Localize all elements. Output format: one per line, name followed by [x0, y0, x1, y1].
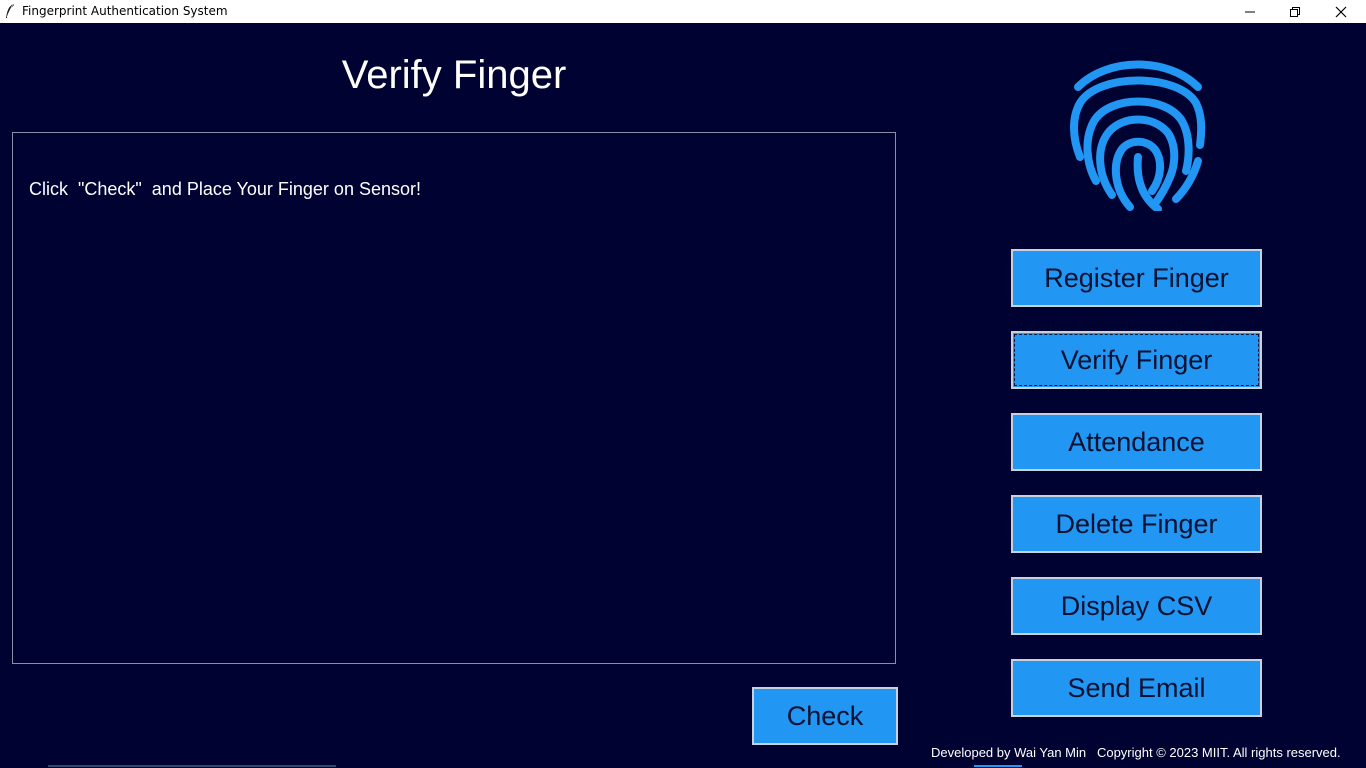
focus-ring: [1014, 334, 1259, 386]
register-finger-button[interactable]: Register Finger: [1011, 249, 1262, 307]
display-csv-label: Display CSV: [1060, 590, 1213, 621]
window-titlebar: Fingerprint Authentication System: [0, 0, 1366, 23]
output-message: Click "Check" and Place Your Finger on S…: [29, 179, 421, 199]
close-button[interactable]: [1318, 0, 1364, 23]
fingerprint-icon: [1068, 59, 1208, 213]
attendance-label: Attendance: [1068, 426, 1205, 457]
page-title: Verify Finger: [341, 53, 567, 97]
delete-finger-label: Delete Finger: [1055, 508, 1218, 539]
close-icon: [1335, 6, 1347, 17]
register-finger-label: Register Finger: [1044, 262, 1229, 293]
window-title: Fingerprint Authentication System: [22, 4, 228, 18]
verify-finger-button[interactable]: Verify Finger: [1011, 331, 1262, 389]
bottom-divider: [48, 765, 336, 767]
send-email-label: Send Email: [1067, 672, 1206, 703]
check-label: Check: [786, 700, 864, 731]
footer-credits: Developed by Wai Yan Min Copyright © 202…: [931, 745, 1341, 760]
attendance-button[interactable]: Attendance: [1011, 413, 1262, 471]
feather-icon: [4, 3, 16, 19]
send-email-button[interactable]: Send Email: [1011, 659, 1262, 717]
main-content: Verify Finger Click "Check" and Place Yo…: [0, 23, 1366, 768]
minimize-button[interactable]: [1227, 0, 1273, 23]
display-csv-button[interactable]: Display CSV: [1011, 577, 1262, 635]
delete-finger-button[interactable]: Delete Finger: [1011, 495, 1262, 553]
bottom-accent: [974, 765, 1022, 767]
restore-button[interactable]: [1272, 0, 1318, 23]
restore-icon: [1290, 6, 1300, 17]
output-panel: Click "Check" and Place Your Finger on S…: [12, 132, 896, 664]
minimize-icon: [1245, 11, 1255, 12]
check-button[interactable]: Check: [752, 687, 898, 745]
